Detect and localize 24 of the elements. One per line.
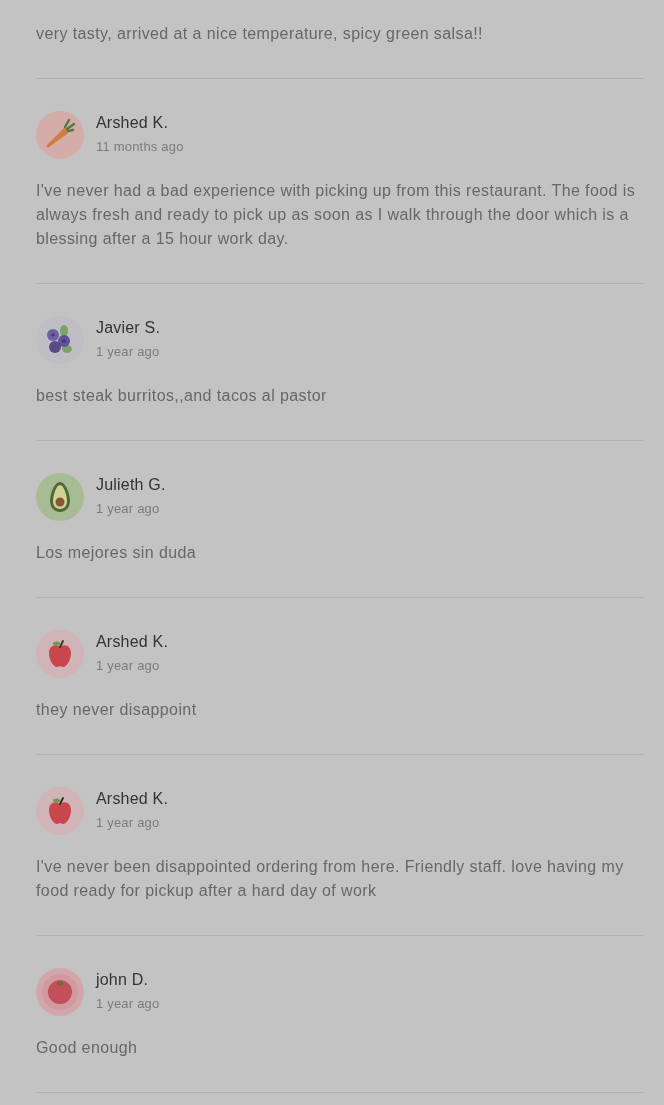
review-text: Los mejores sin duda xyxy=(36,543,198,563)
review-time: 1 year ago xyxy=(96,343,160,361)
reviewer-name: Julieth G. xyxy=(96,475,166,495)
avocado-icon xyxy=(36,473,84,521)
review-time: 1 year ago xyxy=(96,500,160,518)
review-text: very tasty, arrived at a nice temperature, spicy green salsa!! xyxy=(36,24,484,44)
reviewer-name: Javier S. xyxy=(96,318,161,338)
reviewer-name: Arshed K. xyxy=(96,632,169,652)
review-time: 1 year ago xyxy=(96,995,160,1013)
review-text: they never disappoint xyxy=(36,700,198,720)
review-text: I've never had a bad experience with picking up from this restaurant. The food is always fresh and ready to pick up as soon as I walk through the door which is a blessing after a 15 hour work day. xyxy=(36,181,637,249)
reviewer-name: Arshed K. xyxy=(96,789,169,809)
reviewer-name: Arshed K. xyxy=(96,113,169,133)
review-text: Good enough xyxy=(36,1038,139,1058)
review-text: I've never been disappointed ordering from here. Friendly staff. love having my food ready for pickup after a hard day of work xyxy=(36,857,625,901)
review-text: best steak burritos,,and tacos al pastor xyxy=(36,386,328,406)
review-time: 1 year ago xyxy=(96,814,160,832)
apple-icon xyxy=(36,630,84,678)
reviewer-name: john D. xyxy=(96,970,149,990)
tomato-icon xyxy=(36,968,84,1016)
review-time: 11 months ago xyxy=(96,138,184,156)
apple-icon xyxy=(36,787,84,835)
review-time: 1 year ago xyxy=(96,657,160,675)
carrot-icon xyxy=(36,111,84,159)
